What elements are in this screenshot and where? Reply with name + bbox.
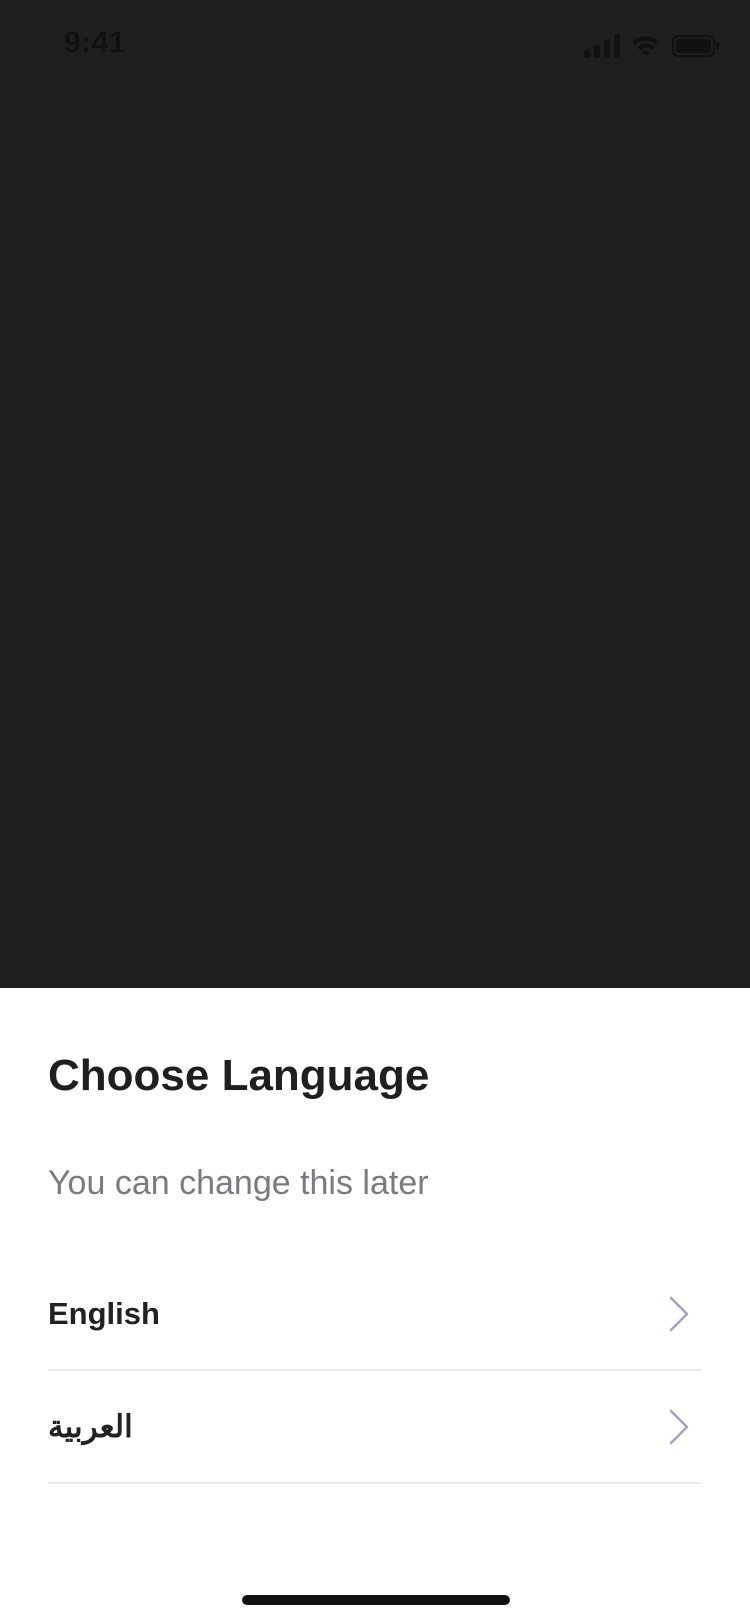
- status-time: 9:41: [64, 26, 127, 59]
- chevron-right-icon: [669, 1296, 689, 1331]
- language-label: العربية: [48, 1408, 133, 1444]
- language-option-arabic[interactable]: العربية: [48, 1371, 702, 1484]
- wifi-icon: [632, 36, 660, 56]
- status-icons: [584, 30, 720, 62]
- sheet-title: Choose Language: [48, 1051, 430, 1100]
- dimmed-backdrop[interactable]: [0, 0, 750, 988]
- language-bottom-sheet: Choose Language You can change this late…: [0, 988, 750, 1624]
- battery-icon: [672, 35, 719, 57]
- language-option-english[interactable]: English: [48, 1258, 702, 1371]
- cellular-signal-icon: [584, 34, 620, 58]
- language-label: English: [48, 1295, 160, 1331]
- status-bar: 9:41: [0, 0, 750, 92]
- language-list: English العربية: [48, 1258, 702, 1484]
- home-indicator: [242, 1595, 510, 1605]
- sheet-subtitle: You can change this later: [48, 1164, 429, 1202]
- chevron-right-icon: [669, 1409, 689, 1444]
